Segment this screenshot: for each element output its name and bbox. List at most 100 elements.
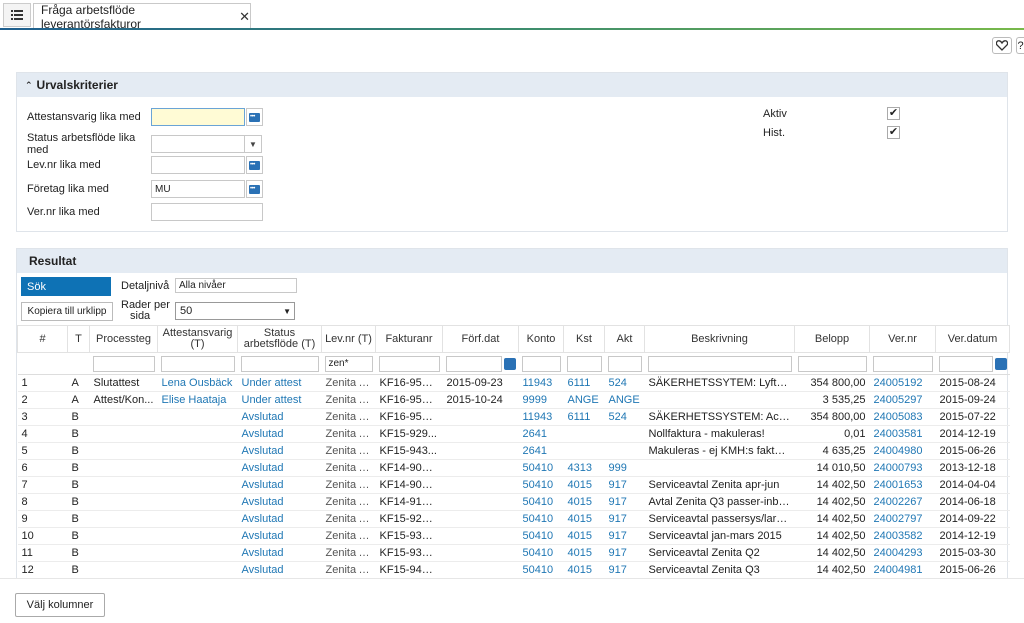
foretag-input[interactable]: MU: [151, 180, 245, 198]
column-header[interactable]: Ver.nr: [869, 325, 936, 353]
calendar-icon[interactable]: [503, 357, 516, 370]
table-cell[interactable]: 917: [604, 561, 645, 579]
table-cell[interactable]: [157, 561, 238, 579]
filter-forfdat-input[interactable]: [445, 355, 502, 372]
table-cell[interactable]: 24003582: [869, 527, 936, 545]
table-cell[interactable]: 24001653: [869, 476, 936, 494]
menu-button[interactable]: [3, 3, 31, 27]
table-row[interactable]: 2 A Attest/Kon... Elise Haataja Under attest…: [17, 391, 1010, 409]
rows-per-page-select[interactable]: 50 ▼: [175, 302, 295, 320]
filter-levnr-input[interactable]: zen*: [324, 355, 373, 372]
table-cell[interactable]: 999: [604, 459, 645, 477]
filter-attestansvarig-input[interactable]: [160, 355, 235, 372]
collapse-chevron-icon[interactable]: ⌃: [25, 80, 33, 91]
table-cell[interactable]: 24000793: [869, 459, 936, 477]
table-cell[interactable]: 6111: [563, 374, 605, 392]
table-cell[interactable]: 4015: [563, 510, 605, 528]
table-cell[interactable]: 50410: [518, 510, 564, 528]
table-row[interactable]: 12 B Avslutad Zenita AB KF15-94365 50410 4015 9…: [17, 561, 1010, 579]
table-cell[interactable]: 24005083: [869, 408, 936, 426]
table-cell[interactable]: 11943: [518, 408, 564, 426]
table-cell[interactable]: 50410: [518, 527, 564, 545]
table-row[interactable]: 11 B Avslutad Zenita AB KF15-93736 50410 4015 9…: [17, 544, 1010, 562]
filter-akt-input[interactable]: [607, 355, 642, 372]
table-cell[interactable]: [157, 527, 238, 545]
table-cell[interactable]: ANGE: [563, 391, 605, 409]
table-cell[interactable]: Avslutad: [237, 442, 322, 460]
table-cell[interactable]: 50410: [518, 493, 564, 511]
table-row[interactable]: 1 A Slutattest Lena Ousbäck Under attest Zeni…: [17, 374, 1010, 392]
column-header[interactable]: Attestansvarig (T): [157, 325, 238, 353]
table-cell[interactable]: 24004293: [869, 544, 936, 562]
close-icon[interactable]: ✕: [239, 9, 250, 25]
column-header[interactable]: Lev.nr (T): [321, 325, 376, 353]
table-cell[interactable]: 4015: [563, 561, 605, 579]
status-select[interactable]: [151, 135, 245, 153]
filter-beskrivning-input[interactable]: [647, 355, 792, 372]
levnr-lookup-icon[interactable]: [246, 156, 263, 174]
table-cell[interactable]: 917: [604, 544, 645, 562]
calendar-icon[interactable]: [994, 357, 1007, 370]
column-header[interactable]: Belopp: [794, 325, 870, 353]
table-row[interactable]: 6 B Avslutad Zenita AB KF14-90168 50410 4313 99…: [17, 459, 1010, 477]
table-cell[interactable]: 11943: [518, 374, 564, 392]
table-cell[interactable]: [157, 476, 238, 494]
filter-vernr-input[interactable]: [872, 355, 933, 372]
table-row[interactable]: 7 B Avslutad Zenita AB KF14-90769 50410 4015 91…: [17, 476, 1010, 494]
table-cell[interactable]: 4015: [563, 493, 605, 511]
table-cell[interactable]: Avslutad: [237, 561, 322, 579]
table-cell[interactable]: 917: [604, 476, 645, 494]
table-cell[interactable]: Avslutad: [237, 476, 322, 494]
table-cell[interactable]: 24005192: [869, 374, 936, 392]
column-header[interactable]: Status arbetsflöde (T): [237, 325, 322, 353]
table-cell[interactable]: 917: [604, 493, 645, 511]
table-cell[interactable]: 4313: [563, 459, 605, 477]
filter-processteg-input[interactable]: [92, 355, 155, 372]
table-cell[interactable]: 524: [604, 408, 645, 426]
table-cell[interactable]: Lena Ousbäck: [157, 374, 238, 392]
table-cell[interactable]: [157, 459, 238, 477]
table-cell[interactable]: Avslutad: [237, 425, 322, 443]
column-header[interactable]: Fakturanr: [375, 325, 443, 353]
tab-fraga-arbetsflode[interactable]: Fråga arbetsflöde leverantörsfakturor ✕: [33, 3, 251, 31]
table-cell[interactable]: Avslutad: [237, 408, 322, 426]
table-cell[interactable]: 4015: [563, 476, 605, 494]
table-cell[interactable]: Under attest: [237, 391, 322, 409]
table-cell[interactable]: [604, 425, 645, 443]
table-cell[interactable]: [563, 442, 605, 460]
table-row[interactable]: 4 B Avslutad Zenita AB KF15-929... 2641 Nollfa…: [17, 425, 1010, 443]
table-cell[interactable]: 524: [604, 374, 645, 392]
table-cell[interactable]: 50410: [518, 476, 564, 494]
table-cell[interactable]: Elise Haataja: [157, 391, 238, 409]
table-cell[interactable]: Avslutad: [237, 493, 322, 511]
table-cell[interactable]: [563, 425, 605, 443]
table-row[interactable]: 9 B Avslutad Zenita AB KF15-92444 50410 4015 91…: [17, 510, 1010, 528]
table-cell[interactable]: Avslutad: [237, 510, 322, 528]
column-header[interactable]: #: [17, 325, 68, 353]
filter-status-input[interactable]: [240, 355, 319, 372]
copy-to-clipboard-button[interactable]: Kopiera till urklipp: [21, 302, 113, 321]
table-cell[interactable]: 24004980: [869, 442, 936, 460]
table-cell[interactable]: 24004981: [869, 561, 936, 579]
column-header[interactable]: Beskrivning: [644, 325, 795, 353]
table-cell[interactable]: ANGE: [604, 391, 645, 409]
column-header[interactable]: Ver.datum: [935, 325, 1010, 353]
filter-fakturanr-input[interactable]: [378, 355, 440, 372]
attestansvarig-lookup-icon[interactable]: [246, 108, 263, 126]
help-icon[interactable]: ?: [1016, 37, 1024, 54]
column-header[interactable]: Förf.dat: [442, 325, 519, 353]
table-cell[interactable]: [157, 442, 238, 460]
table-cell[interactable]: [157, 408, 238, 426]
column-header[interactable]: T: [67, 325, 90, 353]
table-cell[interactable]: [157, 544, 238, 562]
table-cell[interactable]: 24002797: [869, 510, 936, 528]
table-cell[interactable]: 9999: [518, 391, 564, 409]
attestansvarig-input[interactable]: [151, 108, 245, 126]
choose-columns-button[interactable]: Välj kolumner: [15, 593, 105, 617]
favorite-heart-icon[interactable]: [992, 37, 1012, 54]
table-cell[interactable]: 4015: [563, 544, 605, 562]
table-cell[interactable]: 917: [604, 527, 645, 545]
table-cell[interactable]: Avslutad: [237, 544, 322, 562]
table-cell[interactable]: [157, 493, 238, 511]
foretag-lookup-icon[interactable]: [246, 180, 263, 198]
